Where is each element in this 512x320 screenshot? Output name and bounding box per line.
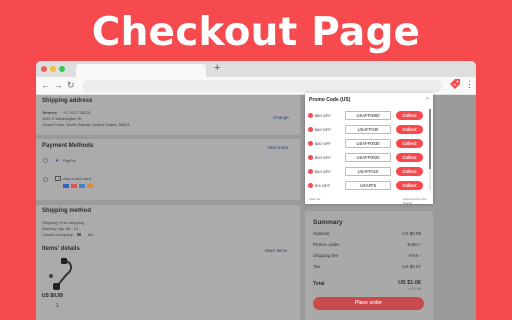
promo-code-popup: Promo Code (US) × $60 OFF USAFF0060 Coll…: [305, 93, 433, 205]
coupon-tag-icon: [308, 183, 313, 188]
change-address-link[interactable]: Change: [273, 115, 289, 120]
tax-value: US $0.07: [402, 264, 421, 269]
browser-tab[interactable]: [76, 64, 206, 77]
discount-amount: $30 OFF: [315, 141, 331, 146]
view-more-payments-link[interactable]: View more: [267, 145, 288, 150]
shipping-type: Shipping: Free shipping: [42, 220, 85, 225]
delivery-date: Delivery: Apr 08 - 13: [42, 226, 79, 231]
shipping-fee-label: Shipping fee: [313, 253, 339, 258]
payment-methods-card: Payment Methods View more P PayPal Add a…: [36, 139, 300, 200]
item-quantity[interactable]: 1: [56, 303, 59, 309]
promo-code[interactable]: USAFF0030: [345, 139, 391, 148]
discount-amount: $40 OFF: [315, 127, 331, 132]
promo-popup-title: Promo Code (US): [309, 97, 351, 103]
discount-amount: $10 OFF: [315, 169, 331, 174]
collect-button[interactable]: Collect: [396, 111, 423, 120]
address-street: 1125 S Washington St: [42, 116, 82, 121]
address-bar[interactable]: [82, 80, 442, 92]
promo-code[interactable]: USAFF010: [345, 167, 391, 176]
coupon-tag-icon: [308, 113, 313, 118]
place-order-button[interactable]: Place order: [313, 297, 424, 310]
courier-label: Courier company:: [42, 232, 74, 237]
recipient-name: Terence: [42, 110, 58, 115]
promo-code[interactable]: USAFF5: [345, 181, 391, 190]
close-window-dot[interactable]: [41, 66, 47, 72]
maximize-window-dot[interactable]: [59, 66, 65, 72]
tab-strip: +: [36, 61, 476, 77]
promo-code[interactable]: USAFF0020: [345, 153, 391, 162]
coupon-tag-icon: [308, 141, 313, 146]
discover-icon: [87, 184, 93, 188]
collect-button[interactable]: Collect: [396, 181, 423, 190]
paypal-logo-icon: P: [56, 158, 59, 163]
mastercard-icon: [71, 184, 77, 188]
paypal-radio[interactable]: [43, 158, 48, 163]
visa-icon: [63, 184, 69, 188]
shipping-address-title: Shipping address: [42, 98, 93, 104]
new-tab-button[interactable]: +: [214, 62, 220, 74]
promo-code-row: $20 OFF USAFF0020 Collect: [308, 153, 424, 163]
summary-title: Summary: [313, 219, 343, 226]
promo-codes-label: Promo codes: [313, 242, 340, 247]
paypal-label: PayPal: [63, 158, 76, 163]
collect-button[interactable]: Collect: [396, 153, 423, 162]
new-card-radio[interactable]: [43, 177, 48, 182]
item-price: US $0.99: [42, 293, 63, 299]
amex-icon: [79, 184, 85, 188]
minimize-window-dot[interactable]: [50, 66, 56, 72]
total-label: Total: [313, 281, 325, 287]
collect-button[interactable]: Collect: [396, 167, 423, 176]
shipping-method-title: Shipping method: [42, 208, 91, 214]
back-icon[interactable]: ←: [41, 80, 50, 90]
discount-amount: $20 OFF: [315, 155, 331, 160]
promo-codes-enter[interactable]: Enter ›: [407, 242, 421, 247]
promo-footer-credit: Sponsored by Ad-Saving: [403, 197, 427, 205]
subtotal-value: US $0.99: [402, 231, 421, 236]
forward-icon[interactable]: →: [54, 80, 63, 90]
subtotal-label: Subtotal: [313, 231, 330, 236]
promo-code-row: $40 OFF USAFF040 Collect: [308, 125, 424, 135]
total-converted: ≈ € 0.99: [408, 287, 421, 291]
promo-code-row: $30 OFF USAFF0030 Collect: [308, 139, 424, 149]
shipping-method-card: Shipping method Shipping: Free shipping …: [36, 205, 300, 243]
order-summary-card: Summary Subtotal US $0.99 Promo codes En…: [305, 211, 433, 320]
coupon-tag-icon: [308, 169, 313, 174]
promo-code[interactable]: USAFF040: [345, 125, 391, 134]
close-icon[interactable]: ×: [426, 96, 429, 102]
total-value: US $1.06: [398, 280, 421, 286]
collect-button[interactable]: Collect: [396, 125, 423, 134]
promo-code-row: $10 OFF USAFF010 Collect: [308, 167, 424, 177]
tax-label: Tax: [313, 264, 321, 269]
items-details-title: Items' details: [42, 246, 80, 252]
courier-logo-icon: [77, 233, 81, 236]
reload-icon[interactable]: ↻: [67, 80, 75, 91]
shipping-address-card: Shipping address Terence +1 7017730231 1…: [36, 95, 300, 135]
more-items-link[interactable]: More items: [265, 248, 287, 253]
promo-scrollbar-thumb[interactable]: [429, 109, 431, 169]
add-card-label[interactable]: Add a new card: [63, 176, 91, 181]
coupon-extension-icon[interactable]: %: [448, 78, 461, 91]
promo-footer-left[interactable]: View 1st: [309, 197, 320, 201]
coupon-tag-icon: [308, 127, 313, 132]
promo-code[interactable]: USAFF0060: [345, 111, 391, 120]
svg-text:%: %: [453, 83, 456, 87]
card-icon: [55, 176, 61, 181]
product-image[interactable]: [43, 256, 77, 292]
payment-methods-title: Payment Methods: [42, 143, 94, 149]
coupon-tag-icon: [308, 155, 313, 160]
collect-button[interactable]: Collect: [396, 139, 423, 148]
recipient-phone: +1 7017730231: [63, 110, 91, 115]
address-city: Grand Forks, North Dakota, United States…: [42, 122, 130, 127]
discount-amount: $60 OFF: [315, 113, 331, 118]
banner-title: Checkout Page: [91, 10, 421, 55]
promo-code-row: $60 OFF USAFF0060 Collect: [308, 111, 424, 121]
courier-etc: etc: [88, 232, 94, 237]
promo-code-row: 5% OFF USAFF5 Collect: [308, 181, 424, 191]
shipping-fee-value[interactable]: Free ›: [409, 253, 421, 258]
discount-amount: 5% OFF: [315, 183, 330, 188]
browser-menu-icon[interactable]: ⋮: [465, 79, 474, 90]
